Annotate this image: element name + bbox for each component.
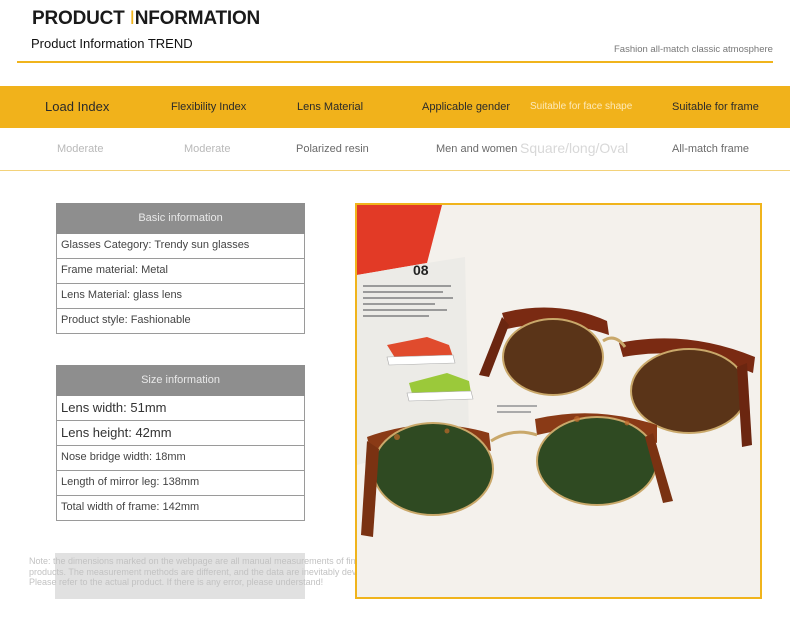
attr-value-applicable-gender: Men and women [436, 143, 518, 155]
basic-info-row: Frame material: Metal [56, 259, 305, 284]
attr-value-lens-material: Polarized resin [296, 143, 369, 155]
sunglasses-photo-image: 08 [357, 205, 760, 597]
attr-header-applicable-gender: Applicable gender [422, 101, 511, 113]
attr-header-lens-material: Lens Material [297, 101, 364, 113]
header-divider [17, 61, 773, 63]
attr-header-flexibility-index: Flexibility Index [171, 101, 247, 113]
page-subtitle: Product Information TREND [31, 36, 193, 51]
size-info-row: Lens height: 42mm [56, 421, 305, 446]
basic-info-row: Lens Material: glass lens [56, 284, 305, 309]
size-info-row: Length of mirror leg: 138mm [56, 471, 305, 496]
tagline: Fashion all-match classic atmosphere [614, 44, 773, 55]
basic-info-row: Product style: Fashionable [56, 309, 305, 334]
size-info-heading: Size information [56, 365, 305, 396]
size-info-row: Total width of frame: 142mm [56, 496, 305, 521]
attr-value-flexibility-index: Moderate [184, 143, 231, 155]
attr-header-frame: Suitable for frame [672, 101, 759, 113]
measurement-note: Note: the dimensions marked on the webpa… [29, 556, 379, 587]
size-info-row: Lens width: 51mm [56, 396, 305, 421]
attr-value-load-index: Moderate [57, 143, 104, 155]
product-photo: 08 [355, 203, 762, 599]
attr-header-load-index: Load Index [45, 99, 110, 114]
magazine-number: 08 [413, 262, 429, 278]
basic-info-panel: Basic information Glasses Category: Tren… [56, 203, 305, 334]
basic-info-heading: Basic information [56, 203, 305, 234]
attr-header-face-shape: Suitable for face shape [530, 101, 633, 112]
attribute-divider [0, 170, 790, 171]
attr-value-face-shape: Square/long/Oval [520, 140, 629, 156]
attr-value-frame: All-match frame [672, 143, 750, 155]
page-title: PRODUCT INFORMATION [32, 8, 261, 29]
size-info-panel: Size information Lens width: 51mm Lens h… [56, 365, 305, 521]
size-info-row: Nose bridge width: 18mm [56, 446, 305, 471]
basic-info-row: Glasses Category: Trendy sun glasses [56, 234, 305, 259]
